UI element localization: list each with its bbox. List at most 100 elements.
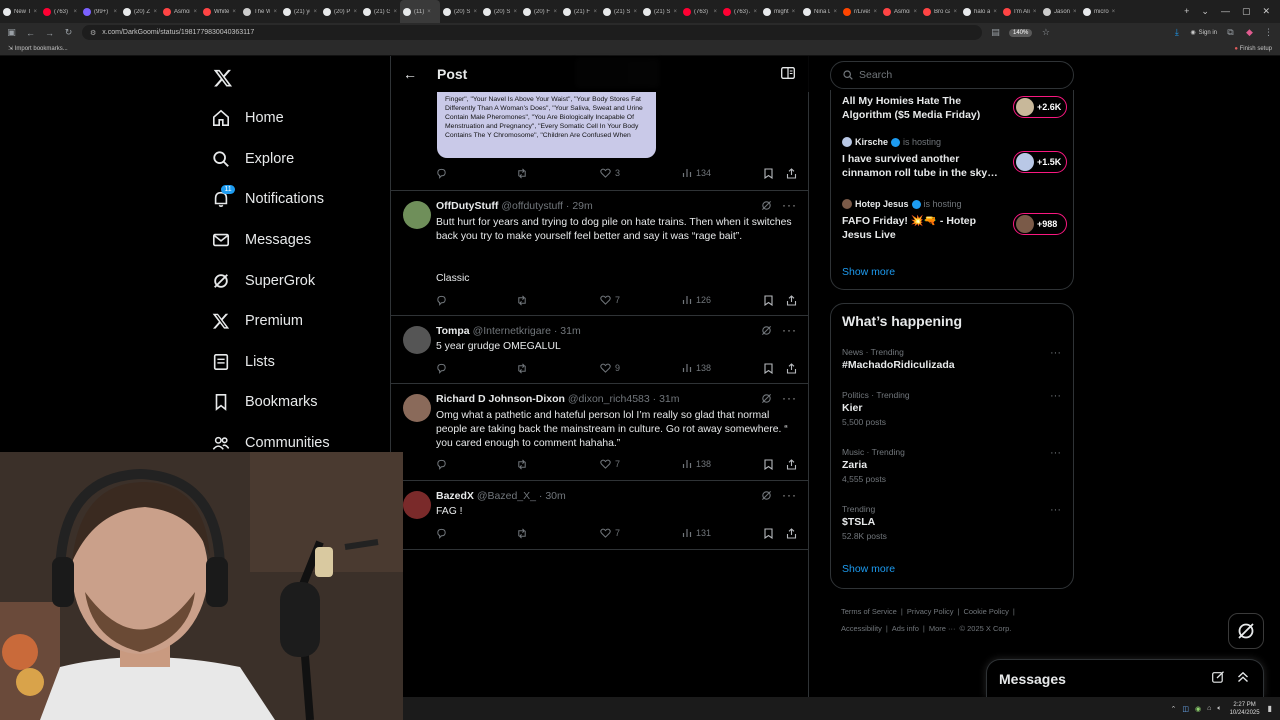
- views-button[interactable]: 138: [682, 459, 711, 469]
- like-button[interactable]: 9: [600, 363, 620, 373]
- author-handle[interactable]: @Bazed_X_: [477, 490, 536, 502]
- repost-button[interactable]: [516, 295, 528, 306]
- reader-mode-icon[interactable]: [781, 67, 795, 79]
- tab-close-icon[interactable]: ×: [673, 9, 677, 15]
- maximize-icon[interactable]: ▢: [1242, 6, 1251, 17]
- tab-close-icon[interactable]: ×: [953, 9, 957, 15]
- nav-item-premium[interactable]: Premium: [205, 301, 395, 342]
- footer-link[interactable]: Cookie Policy: [963, 607, 1008, 616]
- reply-button[interactable]: [436, 528, 447, 539]
- bookmark-button[interactable]: [764, 363, 773, 374]
- avatar[interactable]: [403, 394, 431, 422]
- close-window-icon[interactable]: ✕: [1262, 6, 1270, 17]
- sidebar-toggle-icon[interactable]: ▣: [6, 27, 17, 38]
- share-button[interactable]: [786, 459, 797, 470]
- browser-tab[interactable]: (20) Za×: [120, 0, 160, 23]
- post-time[interactable]: · 30m: [539, 490, 566, 502]
- show-more-spaces-link[interactable]: Show more: [842, 266, 895, 278]
- tab-close-icon[interactable]: ×: [232, 9, 236, 15]
- reading-mode-icon[interactable]: ▤: [990, 27, 1001, 38]
- browser-menu-icon[interactable]: ⋮: [1263, 27, 1274, 38]
- like-button[interactable]: 7: [600, 528, 620, 538]
- browser-tab[interactable]: White ×: [200, 0, 240, 23]
- grok-analyze-icon[interactable]: [761, 200, 772, 211]
- browser-tab[interactable]: halo a ×: [960, 0, 1000, 23]
- views-button[interactable]: 126: [682, 295, 711, 305]
- reply-post[interactable]: Richard D Johnson-Dixon @dixon_rich4583 …: [391, 384, 809, 481]
- browser-tab[interactable]: (99+) a×: [80, 0, 120, 23]
- taskbar-clock[interactable]: 2:27 PM 10/24/2025: [1230, 701, 1260, 717]
- tab-close-icon[interactable]: ×: [1033, 9, 1037, 15]
- footer-link[interactable]: Privacy Policy: [907, 607, 954, 616]
- browser-tab[interactable]: (763) Y×: [40, 0, 80, 23]
- trend-item[interactable]: News · Trending #MachadoRidiculizada ···: [842, 347, 1067, 371]
- avatar[interactable]: [403, 326, 431, 354]
- new-message-icon[interactable]: [1212, 671, 1225, 683]
- post-time[interactable]: · 31m: [653, 393, 680, 405]
- trend-item[interactable]: Trending $TSLA 52.8K posts ···: [842, 504, 1067, 541]
- tab-close-icon[interactable]: ×: [753, 9, 757, 15]
- tab-close-icon[interactable]: ×: [713, 9, 717, 15]
- address-bar[interactable]: ⚙ x.com/DarkGoomi/status/198177983004036…: [82, 25, 982, 40]
- avatar[interactable]: [403, 491, 431, 519]
- browser-tab[interactable]: Asmon×: [880, 0, 920, 23]
- more-options-icon[interactable]: ···: [1050, 347, 1061, 359]
- tab-close-icon[interactable]: ×: [1073, 9, 1077, 15]
- browser-tab[interactable]: (21) Sy×: [640, 0, 680, 23]
- like-button[interactable]: 7: [600, 459, 620, 469]
- search-input[interactable]: Search: [830, 61, 1074, 89]
- grok-analyze-icon[interactable]: [761, 393, 772, 404]
- footer-link[interactable]: Ads info: [892, 624, 919, 633]
- tab-close-icon[interactable]: ×: [353, 9, 357, 15]
- nav-item-home[interactable]: Home: [205, 98, 395, 139]
- post-time[interactable]: · 29m: [566, 200, 593, 212]
- show-more-trends-link[interactable]: Show more: [842, 563, 895, 575]
- tab-close-icon[interactable]: ×: [73, 9, 77, 15]
- download-icon[interactable]: ⤓: [1171, 27, 1182, 38]
- tray-app2-icon[interactable]: ◉: [1195, 705, 1201, 713]
- browser-tab[interactable]: Bro cal×: [920, 0, 960, 23]
- footer-link[interactable]: Terms of Service: [841, 607, 897, 616]
- new-tab-icon[interactable]: +: [1184, 6, 1189, 17]
- bookmark-button[interactable]: [764, 168, 773, 179]
- tab-close-icon[interactable]: ×: [473, 9, 477, 15]
- reply-button[interactable]: [436, 168, 447, 179]
- like-button[interactable]: 7: [600, 295, 620, 305]
- reply-post[interactable]: Tompa @Internetkrigare · 31m ··· 5 year gr…: [391, 316, 809, 384]
- finish-setup-link[interactable]: ● Finish setup: [1234, 46, 1272, 52]
- tab-close-icon[interactable]: ×: [273, 9, 277, 15]
- browser-tab[interactable]: (763) Y×: [680, 0, 720, 23]
- post-time[interactable]: · 31m: [554, 325, 581, 337]
- browser-tab[interactable]: (20) Fr ×: [520, 0, 560, 23]
- repost-button[interactable]: [516, 528, 528, 539]
- live-space[interactable]: Hotep Jesus is hosting FAFO Friday! 💥🔫 - H…: [842, 199, 1067, 242]
- more-options-icon[interactable]: ···: [782, 391, 797, 405]
- quoted-image[interactable]: Finger", "Your Navel Is Above Your Waist…: [437, 92, 656, 158]
- browser-tab[interactable]: Asmon×: [160, 0, 200, 23]
- more-options-icon[interactable]: ···: [1050, 447, 1061, 459]
- messages-drawer[interactable]: Messages: [986, 659, 1264, 697]
- listener-count-badge[interactable]: +2.6K: [1013, 96, 1067, 118]
- tab-close-icon[interactable]: ×: [193, 9, 197, 15]
- grok-analyze-icon[interactable]: [761, 490, 772, 501]
- forward-icon[interactable]: →: [44, 28, 55, 38]
- repost-button[interactable]: [516, 168, 528, 179]
- nav-item-notifications[interactable]: 11 Notifications: [205, 179, 395, 220]
- reply-button[interactable]: [436, 295, 447, 306]
- more-options-icon[interactable]: ···: [782, 323, 797, 337]
- share-button[interactable]: [786, 363, 797, 374]
- tab-close-icon[interactable]: ×: [513, 9, 517, 15]
- share-button[interactable]: [786, 295, 797, 306]
- grok-analyze-icon[interactable]: [761, 325, 772, 336]
- volume-icon[interactable]: 🔈︎: [1217, 705, 1221, 713]
- share-button[interactable]: [786, 528, 797, 539]
- repost-button[interactable]: [516, 459, 528, 470]
- footer-link[interactable]: Accessibility: [841, 624, 882, 633]
- grok-button[interactable]: [1228, 613, 1264, 649]
- browser-tab[interactable]: Jason ×: [1040, 0, 1080, 23]
- browser-tab[interactable]: (20) Sy×: [480, 0, 520, 23]
- expand-drawer-icon[interactable]: [1237, 671, 1249, 683]
- author-handle[interactable]: @dixon_rich4583: [568, 393, 650, 405]
- more-options-icon[interactable]: ···: [782, 198, 797, 212]
- tab-close-icon[interactable]: ×: [633, 9, 637, 15]
